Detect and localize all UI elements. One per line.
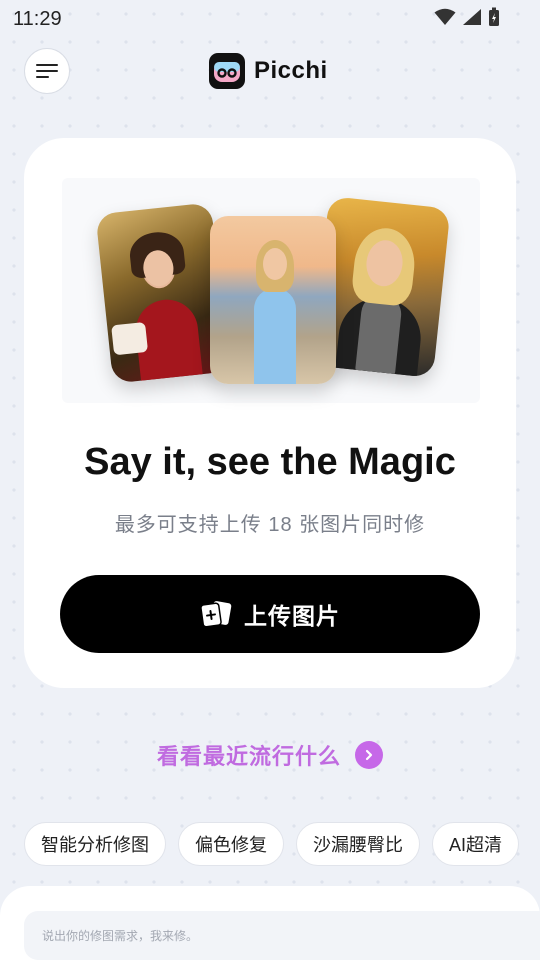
chip-ai-upscale[interactable]: AI超清 — [432, 822, 520, 866]
sample-photo-collage — [62, 178, 480, 403]
picchi-logo-icon — [209, 53, 245, 89]
menu-icon — [36, 64, 58, 78]
prompt-panel — [0, 886, 540, 960]
chevron-right-icon — [355, 741, 383, 769]
card-subtitle: 最多可支持上传 18 张图片同时修 — [114, 514, 426, 536]
wifi-icon — [434, 8, 456, 25]
card-headline: Say it, see the Magic — [84, 441, 456, 483]
sample-photo-beach — [210, 216, 336, 384]
trending-label: 看看最近流行什么 — [156, 744, 341, 769]
menu-button[interactable] — [24, 48, 70, 94]
upload-photos-label: 上传图片 — [244, 603, 340, 629]
app-logo: Picchi — [209, 53, 328, 89]
upload-card: Say it, see the Magic 最多可支持上传 18 张图片同时修 … — [24, 138, 516, 688]
suggestion-chips: 智能分析修图 偏色修复 沙漏腰臀比 AI超清 — [24, 822, 520, 866]
status-bar: 11:29 — [0, 0, 540, 36]
battery-icon — [489, 7, 499, 26]
status-time: 11:29 — [13, 8, 62, 30]
chip-color-fix[interactable]: 偏色修复 — [178, 822, 284, 866]
chip-smart-analysis[interactable]: 智能分析修图 — [24, 822, 166, 866]
upload-photos-button[interactable]: 上传图片 — [60, 575, 480, 653]
upload-images-icon — [200, 601, 232, 628]
cellular-signal-icon — [463, 9, 481, 25]
sample-photo-birthday — [95, 202, 229, 384]
app-name: Picchi — [254, 57, 328, 84]
status-icons — [434, 7, 500, 27]
prompt-input[interactable] — [24, 911, 540, 960]
trending-link[interactable]: 看看最近流行什么 — [0, 739, 540, 771]
chip-hourglass-ratio[interactable]: 沙漏腰臀比 — [296, 822, 420, 866]
